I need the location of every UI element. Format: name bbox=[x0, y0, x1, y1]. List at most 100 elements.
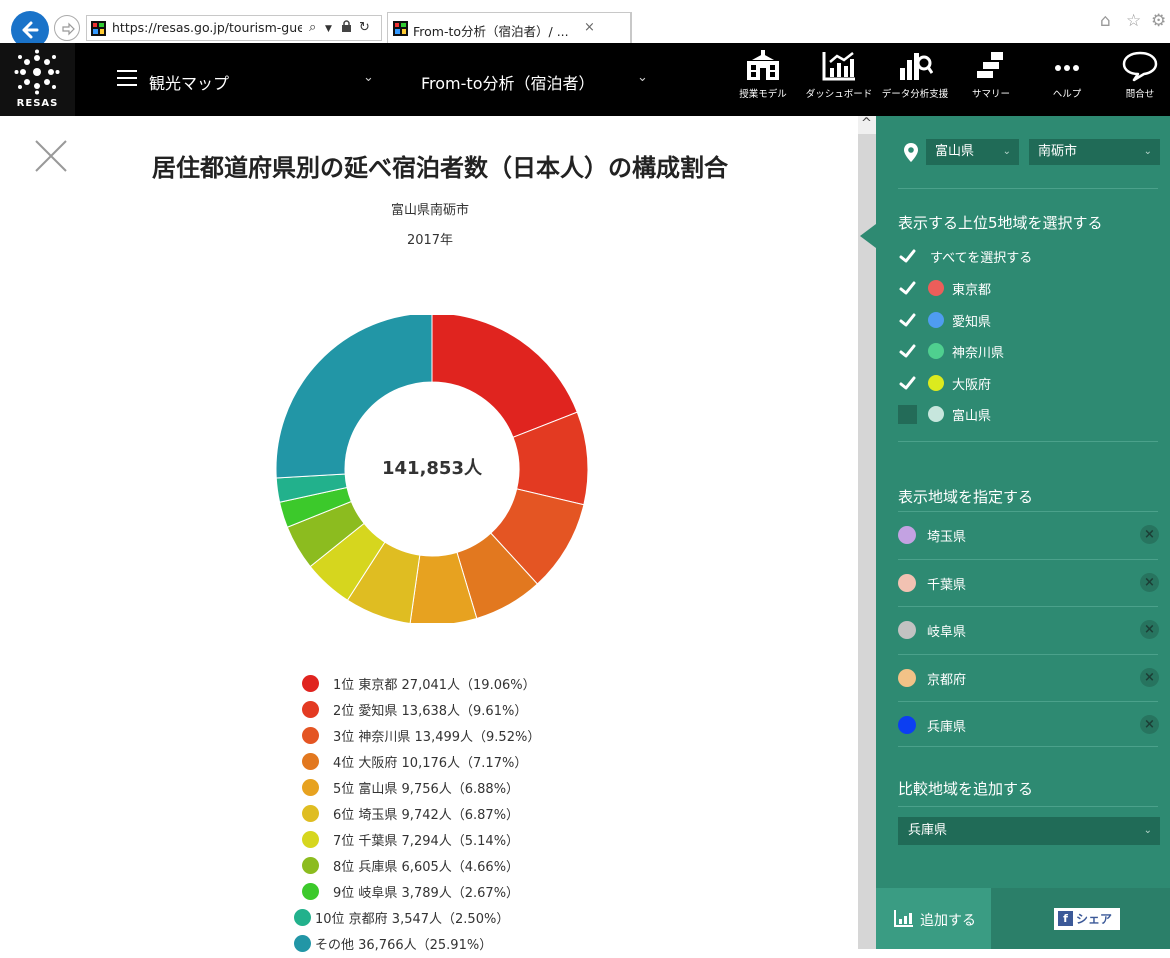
resas-logo-icon bbox=[14, 49, 60, 95]
region-color-dot bbox=[898, 716, 916, 734]
checkbox-checked-icon[interactable] bbox=[898, 342, 917, 361]
summary-icon bbox=[977, 52, 1003, 78]
chart-year: 2017年 bbox=[406, 233, 454, 248]
select-all-label: すべてを選択する bbox=[930, 251, 1033, 266]
legend-label: 7位 千葉県 7,294人（5.14%） bbox=[333, 834, 520, 849]
side-panel: 富山県 ⌄ 南砺市 ⌄ 表示する上位5地域を選択する すべてを選択する 東京都 愛知… bbox=[876, 116, 1170, 949]
dropdown-arrow-icon[interactable]: ▼ bbox=[325, 24, 332, 34]
legend-label: 8位 兵庫県 6,605人（4.66%） bbox=[333, 860, 520, 875]
region-color-dot bbox=[898, 621, 916, 639]
region-label: 岐阜県 bbox=[927, 625, 967, 640]
search-icon[interactable]: ⌕ bbox=[309, 20, 316, 35]
panel-footer: 追加する f シェア bbox=[876, 888, 1170, 949]
hamburger-menu-icon[interactable] bbox=[117, 70, 137, 86]
nav-data-analysis[interactable]: データ分析支援 bbox=[879, 50, 951, 112]
share-label: シェア bbox=[1076, 912, 1113, 926]
back-arrow-icon bbox=[22, 21, 39, 39]
chart-title: 居住都道府県別の延べ宿泊者数（日本人）の構成割合 bbox=[152, 154, 728, 182]
address-bar[interactable]: https://resas.go.jp/tourism-guest ⌕ ▼ ↻ bbox=[86, 15, 382, 41]
legend-item[interactable]: 10位 京都府 3,547人（2.50%） bbox=[294, 906, 509, 932]
tab-divider bbox=[631, 12, 632, 43]
region-label: 大阪府 bbox=[952, 377, 992, 393]
legend-color-dot bbox=[302, 675, 319, 692]
settings-gear-icon[interactable]: ⚙ bbox=[1151, 11, 1166, 31]
home-icon[interactable]: ⌂ bbox=[1100, 11, 1111, 31]
legend-label: 9位 岐阜県 3,789人（2.67%） bbox=[333, 886, 520, 901]
legend-item[interactable]: その他 36,766人（25.91%） bbox=[294, 932, 492, 958]
remove-region-icon[interactable]: × bbox=[1140, 715, 1159, 734]
city-select[interactable]: 南砺市 ⌄ bbox=[1029, 139, 1160, 165]
remove-region-icon[interactable]: × bbox=[1140, 525, 1159, 544]
checkbox-checked-icon[interactable] bbox=[898, 311, 917, 330]
remove-region-icon[interactable]: × bbox=[1140, 667, 1159, 687]
favorites-star-icon[interactable]: ☆ bbox=[1126, 11, 1141, 31]
compare-region-select[interactable]: 兵庫県 ⌄ bbox=[898, 817, 1160, 845]
region-label: 埼玉県 bbox=[927, 530, 967, 545]
nav-label: サマリー bbox=[971, 89, 1010, 100]
checkbox-checked-icon[interactable] bbox=[898, 374, 917, 393]
prefecture-select[interactable]: 富山県 ⌄ bbox=[926, 139, 1019, 165]
donut-chart: 141,853人 bbox=[273, 312, 591, 626]
nav-dashboard[interactable]: ダッシュボード bbox=[803, 50, 875, 112]
panel-pointer bbox=[860, 224, 876, 248]
facebook-share-button[interactable]: f シェア bbox=[1054, 908, 1120, 930]
nav-lesson-model[interactable]: 授業モデル bbox=[727, 50, 799, 112]
region-label: 神奈川県 bbox=[952, 346, 1005, 361]
add-button-label: 追加する bbox=[920, 913, 976, 929]
checkbox-checked-icon[interactable] bbox=[898, 279, 917, 298]
help-icon bbox=[1055, 65, 1079, 71]
legend-label: 4位 大阪府 10,176人（7.17%） bbox=[333, 756, 528, 771]
specified-region-row: 岐阜県 × bbox=[898, 606, 1159, 653]
location-pin-icon bbox=[904, 143, 918, 162]
tab-favicon-icon bbox=[393, 21, 408, 40]
map-type-dropdown[interactable]: 観光マップ bbox=[149, 70, 229, 94]
nav-summary[interactable]: サマリー bbox=[955, 50, 1027, 112]
region-color-dot bbox=[898, 526, 916, 544]
legend-color-dot bbox=[302, 883, 319, 900]
compare-heading: 比較地域を追加する bbox=[898, 780, 1034, 798]
analysis-dropdown[interactable]: From-to分析（宿泊者） bbox=[421, 70, 594, 94]
add-button[interactable]: 追加する bbox=[876, 888, 991, 949]
region-color-dot bbox=[928, 406, 944, 422]
forward-arrow-icon bbox=[62, 22, 75, 36]
remove-region-icon[interactable]: × bbox=[1140, 620, 1159, 639]
prefecture-value: 富山県 bbox=[935, 144, 975, 159]
region-color-dot bbox=[928, 280, 944, 296]
nav-inquiry[interactable]: 問合せ bbox=[1104, 50, 1170, 112]
nav-help[interactable]: ヘルプ bbox=[1031, 50, 1103, 112]
chart-region: 富山県南砺市 bbox=[390, 203, 469, 218]
divider bbox=[898, 806, 1158, 807]
tab-close-button[interactable]: × bbox=[584, 20, 595, 35]
refresh-icon[interactable]: ↻ bbox=[359, 20, 370, 35]
specified-region-row: 京都府 × bbox=[898, 653, 1159, 701]
checkbox-unchecked-icon[interactable] bbox=[898, 405, 917, 424]
url-text: https://resas.go.jp/tourism-guest bbox=[112, 20, 302, 35]
chevron-down-icon: ⌄ bbox=[1143, 146, 1152, 157]
compare-region-value: 兵庫県 bbox=[908, 823, 948, 838]
school-icon bbox=[747, 50, 779, 80]
chevron-down-icon[interactable]: ⌄ bbox=[637, 70, 648, 85]
chevron-down-icon: ⌄ bbox=[1002, 146, 1011, 157]
forward-button[interactable] bbox=[54, 15, 80, 41]
legend-color-dot bbox=[302, 727, 319, 744]
region-color-dot bbox=[898, 668, 916, 687]
tab-title: From-to分析（宿泊者）/ ... bbox=[413, 24, 569, 39]
chevron-down-icon[interactable]: ⌄ bbox=[363, 70, 374, 85]
app-navbar: RESAS 観光マップ ⌄ From-to分析（宿泊者） ⌄ 授業モデル ダッシ… bbox=[0, 43, 1170, 116]
scroll-up-button[interactable]: ^ bbox=[858, 116, 876, 134]
browser-tab[interactable]: From-to分析（宿泊者）/ ... × bbox=[387, 12, 631, 43]
region-color-dot bbox=[898, 573, 916, 592]
legend-label: 1位 東京都 27,041人（19.06%） bbox=[333, 678, 536, 693]
specified-heading: 表示地域を指定する bbox=[898, 488, 1034, 506]
remove-region-icon[interactable]: × bbox=[1140, 572, 1159, 592]
donut-total: 141,853人 bbox=[382, 458, 482, 479]
region-color-dot bbox=[928, 374, 944, 391]
legend-color-dot bbox=[302, 831, 319, 848]
region-color-dot bbox=[928, 343, 944, 359]
divider bbox=[898, 746, 1158, 747]
checkbox-checked-icon[interactable] bbox=[898, 247, 917, 266]
legend-label: 5位 富山県 9,756人（6.88%） bbox=[333, 782, 520, 797]
region-label: 千葉県 bbox=[927, 577, 967, 593]
resas-logo[interactable]: RESAS bbox=[0, 43, 75, 116]
chevron-down-icon: ⌄ bbox=[1143, 825, 1152, 836]
